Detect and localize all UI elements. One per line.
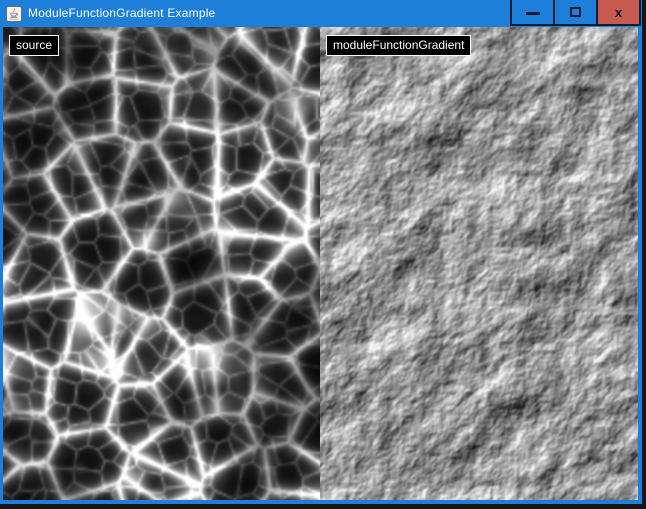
gradient-image-panel: moduleFunctionGradient xyxy=(320,27,638,500)
window-controls: x xyxy=(510,0,641,27)
source-noise-canvas xyxy=(3,27,320,500)
source-image-panel: source xyxy=(3,27,320,500)
window-title: ModuleFunctionGradient Example xyxy=(28,0,215,27)
gradient-noise-canvas xyxy=(320,27,638,500)
image-content-area: source moduleFunctionGradient xyxy=(3,27,638,500)
close-icon: x xyxy=(615,6,622,19)
minimize-button[interactable] xyxy=(510,0,555,26)
java-coffee-cup-icon xyxy=(6,6,22,22)
source-image-label: source xyxy=(9,35,59,56)
desktop-background: ModuleFunctionGradient Example x source xyxy=(0,0,646,509)
title-bar[interactable]: ModuleFunctionGradient Example x xyxy=(0,0,642,27)
close-button[interactable]: x xyxy=(596,0,641,26)
gradient-image-label: moduleFunctionGradient xyxy=(326,35,471,56)
app-window: ModuleFunctionGradient Example x source xyxy=(0,0,642,504)
minimize-icon xyxy=(526,12,540,15)
maximize-button[interactable] xyxy=(553,0,598,26)
maximize-icon xyxy=(570,7,581,17)
